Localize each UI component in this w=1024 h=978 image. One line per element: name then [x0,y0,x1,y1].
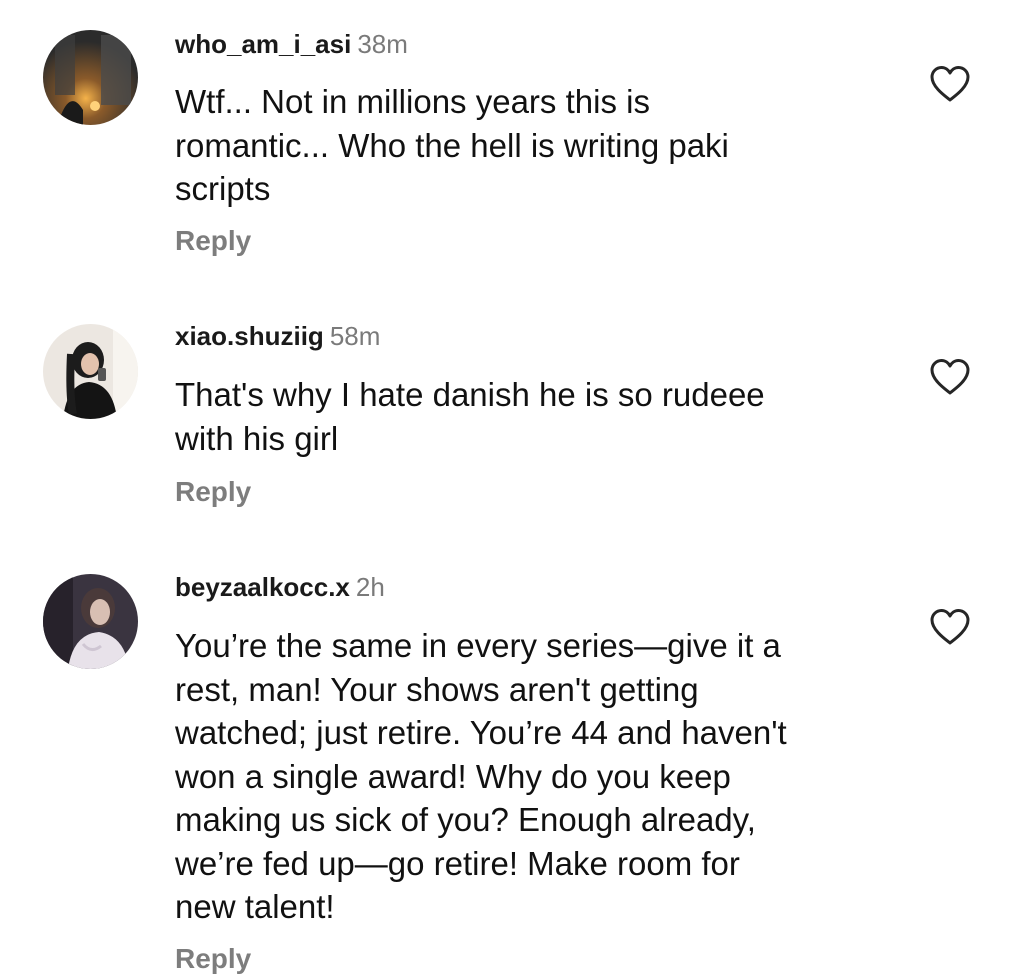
comment-meta: who_am_i_asi 38m [175,28,408,60]
comment-meta: beyzaalkocc.x 2h [175,571,385,603]
avatar[interactable] [43,324,138,419]
comment-text: You’re the same in every series—give it … [175,624,895,929]
comment-line: watched; just retire. You’re 44 and have… [175,714,787,751]
comment-line: we’re fed up—go retire! Make room for [175,844,740,882]
heart-outline-icon[interactable] [928,607,972,647]
comment-line: rest, man! Your shows aren't getting [175,670,699,708]
comment-line: Wtf... Not in millions years this is [175,83,650,120]
username[interactable]: who_am_i_asi [175,29,351,59]
timestamp: 38m [357,29,408,59]
heart-outline-icon[interactable] [928,64,972,104]
comment-line: That's why I hate danish he is so rudeee [175,376,765,413]
comment-text: Wtf... Not in millions years this is rom… [175,80,895,211]
reply-button[interactable]: Reply [175,942,251,976]
timestamp: 2h [355,572,385,602]
comment-meta: xiao.shuziig 58m [175,320,380,352]
reply-button[interactable]: Reply [175,224,251,258]
comment-line: won a single award! Why do you keep [175,757,731,795]
username[interactable]: beyzaalkocc.x [175,572,350,602]
avatar[interactable] [43,574,138,669]
comment-line: new talent! [175,888,335,925]
timestamp: 58m [329,321,381,351]
avatar[interactable] [43,30,138,125]
comment-line: scripts [175,170,271,207]
heart-outline-icon[interactable] [928,357,972,397]
comment-line: with his girl [175,419,339,457]
comment-line: You’re the same in every series—give it … [175,627,781,664]
comment-line: romantic... Who the hell is writing paki [175,126,729,164]
comment-line: making us sick of you? Enough already, [175,801,756,838]
reply-button[interactable]: Reply [175,475,251,509]
username[interactable]: xiao.shuziig [175,321,324,351]
comment-text: That's why I hate danish he is so rudeee… [175,373,895,460]
